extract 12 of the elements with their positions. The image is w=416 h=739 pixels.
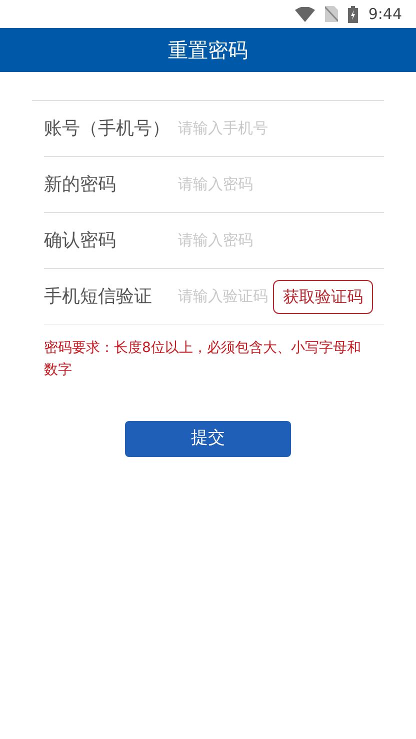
battery-charging-icon bbox=[348, 6, 358, 22]
wifi-icon bbox=[295, 6, 316, 22]
field-label: 账号（手机号） bbox=[44, 117, 171, 141]
no-sim-icon bbox=[325, 6, 338, 22]
page-title: 重置密码 bbox=[168, 37, 248, 64]
field-label: 确认密码 bbox=[44, 229, 117, 253]
field-label: 手机短信验证 bbox=[44, 285, 153, 309]
status-time: 9:44 bbox=[368, 4, 402, 25]
get-code-button[interactable]: 获取验证码 bbox=[273, 280, 373, 314]
password-requirement-text: 密码要求：长度8位以上，必须包含大、小写字母和数字 bbox=[44, 339, 362, 380]
submit-button[interactable]: 提交 bbox=[125, 421, 291, 457]
field-label: 新的密码 bbox=[44, 173, 117, 197]
